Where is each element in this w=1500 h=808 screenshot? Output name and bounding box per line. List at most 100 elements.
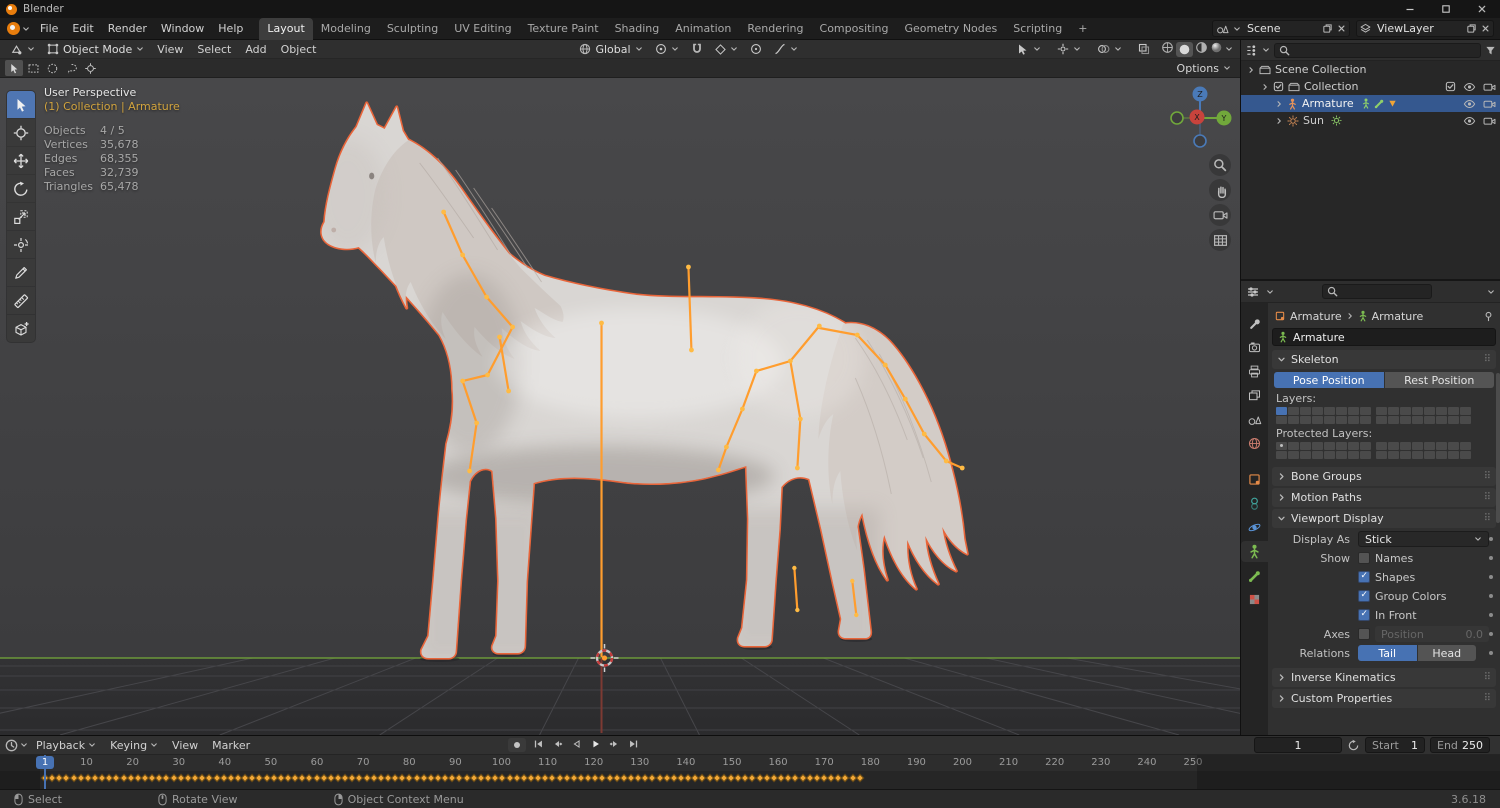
animate-dot[interactable]: [1489, 537, 1493, 541]
tool-move[interactable]: [7, 147, 35, 174]
bone-layer-cell[interactable]: [1376, 442, 1387, 450]
bone-layer-cell[interactable]: [1360, 451, 1371, 459]
timeline-type-chevron[interactable]: [20, 741, 28, 749]
select-box-mode[interactable]: [24, 60, 42, 76]
panel-inverse-kinematics[interactable]: Inverse Kinematics: [1272, 668, 1496, 687]
properties-search-input[interactable]: [1342, 285, 1427, 298]
scene-render[interactable]: [0, 78, 1240, 735]
bone-layer-cell[interactable]: [1288, 451, 1299, 459]
shapes-checkbox[interactable]: [1358, 571, 1370, 583]
collection-checkbox-icon[interactable]: [1273, 81, 1284, 92]
bone-layer-cell[interactable]: [1360, 416, 1371, 424]
playhead-frame-badge[interactable]: 1: [36, 756, 54, 769]
bone-layer-cell[interactable]: [1460, 451, 1471, 459]
bone-layer-cell[interactable]: [1324, 416, 1335, 424]
mode-dropdown[interactable]: Object Mode: [42, 41, 149, 57]
bone-layer-cell[interactable]: [1412, 442, 1423, 450]
navigation-gizmo[interactable]: Z X Y: [1164, 82, 1236, 154]
add-workspace-button[interactable]: +: [1070, 18, 1095, 40]
new-scene-icon[interactable]: [1322, 23, 1333, 34]
bone-layer-cell[interactable]: [1288, 416, 1299, 424]
bone-layer-cell[interactable]: [1424, 451, 1435, 459]
axes-checkbox[interactable]: [1358, 628, 1370, 640]
start-frame-field[interactable]: Start 1: [1365, 737, 1425, 753]
bone-layer-cell[interactable]: [1424, 407, 1435, 415]
workspace-tab-rendering[interactable]: Rendering: [739, 18, 811, 40]
bone-layer-cell[interactable]: [1424, 442, 1435, 450]
bone-layer-cell[interactable]: [1424, 416, 1435, 424]
axis-neg-z[interactable]: [1194, 135, 1206, 147]
tool-rotate[interactable]: [7, 175, 35, 202]
tab-view-layer[interactable]: [1241, 385, 1268, 406]
menu-file[interactable]: File: [33, 18, 65, 39]
outliner-search[interactable]: [1274, 43, 1481, 58]
menu-help[interactable]: Help: [211, 18, 250, 39]
viewport-menu-view[interactable]: View: [151, 43, 189, 56]
previous-keyframe-button[interactable]: [551, 738, 564, 753]
end-frame-field[interactable]: End 250: [1430, 737, 1490, 753]
select-circle-mode[interactable]: [43, 60, 61, 76]
bone-layer-cell[interactable]: [1400, 416, 1411, 424]
menu-edit[interactable]: Edit: [65, 18, 100, 39]
tab-render[interactable]: [1241, 337, 1268, 358]
bone-layer-cell[interactable]: [1400, 407, 1411, 415]
panel-drag-dots[interactable]: [1484, 672, 1491, 683]
properties-type-chevron[interactable]: [1266, 288, 1274, 296]
keyframe-diamond[interactable]: [855, 774, 863, 782]
pose-position-button[interactable]: Pose Position: [1274, 372, 1384, 388]
panel-drag-dots[interactable]: [1484, 693, 1491, 704]
tool-annotate[interactable]: [7, 259, 35, 286]
options-dropdown[interactable]: Options: [1177, 62, 1235, 75]
viewport-menu-select[interactable]: Select: [191, 43, 237, 56]
tool-add-cube[interactable]: [7, 315, 35, 342]
panel-drag-dots[interactable]: [1484, 354, 1491, 365]
rest-position-button[interactable]: Rest Position: [1385, 372, 1495, 388]
animate-dot[interactable]: [1489, 613, 1493, 617]
close-button[interactable]: [1464, 0, 1500, 18]
bone-layer-cell[interactable]: [1412, 451, 1423, 459]
panel-motion-paths[interactable]: Motion Paths: [1272, 488, 1496, 507]
bone-layer-cell[interactable]: [1300, 451, 1311, 459]
shading-material-button[interactable]: [1195, 41, 1208, 57]
play-reverse-button[interactable]: [570, 738, 583, 753]
bone-layer-cell[interactable]: [1388, 442, 1399, 450]
tab-texture[interactable]: [1241, 589, 1268, 610]
bone-layer-cell[interactable]: [1324, 407, 1335, 415]
tool-transform[interactable]: [7, 231, 35, 258]
select-lasso-mode[interactable]: [62, 60, 80, 76]
tab-physics[interactable]: [1241, 517, 1268, 538]
unlink-scene-icon[interactable]: [1337, 24, 1346, 33]
tab-scene[interactable]: [1241, 409, 1268, 430]
proportional-editing-toggle[interactable]: [745, 41, 767, 57]
layers-grid[interactable]: [1276, 407, 1496, 424]
animate-dot[interactable]: [1489, 575, 1493, 579]
camera-view-icon[interactable]: [1209, 204, 1231, 226]
bone-layer-cell[interactable]: [1376, 451, 1387, 459]
transform-orientation-dropdown[interactable]: Global: [574, 41, 647, 57]
shading-options-chevron[interactable]: [1225, 45, 1233, 53]
animate-dot[interactable]: [1489, 594, 1493, 598]
bone-layer-cell[interactable]: [1448, 442, 1459, 450]
bone-layer-cell[interactable]: [1300, 442, 1311, 450]
outliner-type-chevron[interactable]: [1262, 46, 1270, 54]
bone-layer-cell[interactable]: [1400, 442, 1411, 450]
new-viewlayer-icon[interactable]: [1466, 23, 1477, 34]
viewlayer-selector[interactable]: ViewLayer: [1356, 20, 1494, 37]
render-visibility-icon[interactable]: [1483, 116, 1496, 126]
relations-tail-button[interactable]: Tail: [1358, 645, 1417, 661]
pan-hand-icon[interactable]: [1209, 179, 1231, 201]
bone-layer-cell[interactable]: [1288, 407, 1299, 415]
overlays-dropdown[interactable]: [1092, 41, 1127, 57]
protected-layers-grid[interactable]: [1276, 442, 1496, 459]
bone-layer-cell[interactable]: [1276, 451, 1287, 459]
play-button[interactable]: [589, 738, 602, 753]
panel-skeleton[interactable]: Skeleton: [1272, 350, 1496, 369]
scene-selector[interactable]: Scene: [1212, 20, 1350, 37]
bone-layer-cell[interactable]: [1448, 407, 1459, 415]
properties-editor-icon[interactable]: [1246, 285, 1260, 299]
select-tweak-mode[interactable]: [5, 60, 23, 76]
outliner-filter-icon[interactable]: [1485, 45, 1496, 56]
timeline-menu-view[interactable]: View: [166, 739, 204, 752]
tool-measure[interactable]: [7, 287, 35, 314]
panel-drag-dots[interactable]: [1484, 492, 1491, 503]
